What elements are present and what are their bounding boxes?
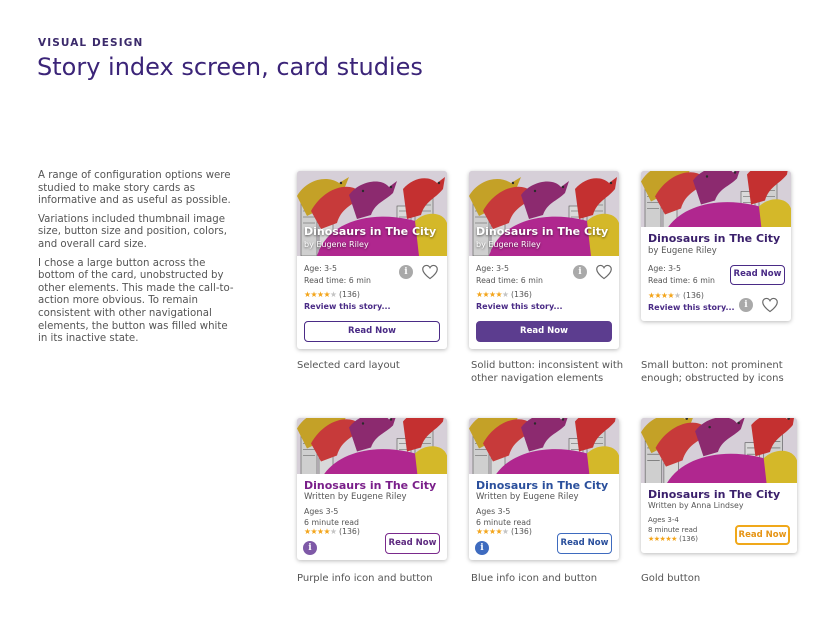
star-empty-icon: ★ xyxy=(329,527,337,536)
story-card-solid-button[interactable]: Dinosaurs in The City by Eugene Riley Ag… xyxy=(469,171,619,349)
story-thumbnail xyxy=(641,171,791,227)
story-read-time: Read time: 6 min xyxy=(476,276,543,285)
card-caption: Small button: not prominent enough; obst… xyxy=(641,360,784,384)
rating-count: (136) xyxy=(510,290,532,299)
story-card-gold[interactable]: Dinosaurs in The City Written by Anna Li… xyxy=(641,418,797,553)
description-block: A range of configuration options were st… xyxy=(38,170,238,352)
read-now-button[interactable]: Read Now xyxy=(385,533,440,554)
review-link[interactable]: Review this story... xyxy=(476,302,563,311)
review-link[interactable]: Review this story... xyxy=(304,302,391,311)
read-now-button[interactable]: Read Now xyxy=(735,525,790,545)
story-title: Dinosaurs in The City xyxy=(476,225,609,238)
star-empty-icon: ★ xyxy=(329,290,337,299)
story-age: Ages 3-5 xyxy=(304,507,339,516)
card-caption: Purple info icon and button xyxy=(297,573,433,584)
dinosaur-illustration-icon xyxy=(641,171,791,227)
card-caption: Gold button xyxy=(641,573,701,584)
story-title: Dinosaurs in The City xyxy=(304,225,437,238)
heart-icon[interactable] xyxy=(421,264,439,280)
story-card-purple[interactable]: Dinosaurs in The City Written by Eugene … xyxy=(297,418,447,560)
section-eyebrow: VISUAL DESIGN xyxy=(38,37,144,49)
story-author: by Eugene Riley xyxy=(476,240,541,249)
card-caption: Solid button: inconsistent with other na… xyxy=(471,360,624,384)
story-rating: ★★★★★ (136) xyxy=(648,291,704,300)
rating-count: (136) xyxy=(338,290,360,299)
heart-icon[interactable] xyxy=(761,297,779,313)
star-empty-icon: ★ xyxy=(501,290,509,299)
star-icon: ★★★★ xyxy=(476,527,502,536)
story-rating: ★★★★★ (136) xyxy=(304,290,360,299)
story-age: Age: 3-5 xyxy=(476,264,509,273)
story-rating: ★★★★★ (136) xyxy=(476,527,532,536)
story-title: Dinosaurs in The City xyxy=(648,488,781,501)
story-author: Written by Eugene Riley xyxy=(476,492,579,502)
star-empty-icon: ★ xyxy=(673,291,681,300)
story-age: Age: 3-5 xyxy=(648,264,681,273)
rating-count: (136) xyxy=(510,527,532,536)
rating-count: (136) xyxy=(679,535,698,543)
story-read-time: 8 minute read xyxy=(648,526,698,534)
read-now-button[interactable]: Read Now xyxy=(476,321,612,342)
review-link[interactable]: Review this story... xyxy=(648,303,735,312)
card-caption: Blue info icon and button xyxy=(471,573,598,584)
read-now-button[interactable]: Read Now xyxy=(730,265,785,285)
story-read-time: Read time: 6 min xyxy=(648,276,715,285)
read-now-button[interactable]: Read Now xyxy=(304,321,440,342)
description-paragraph: A range of configuration options were st… xyxy=(38,170,231,207)
story-card-blue[interactable]: Dinosaurs in The City Written by Eugene … xyxy=(469,418,619,560)
info-icon[interactable]: i xyxy=(399,265,413,279)
info-icon[interactable]: i xyxy=(739,298,753,312)
info-icon[interactable]: i xyxy=(573,265,587,279)
story-rating: ★★★★★ (136) xyxy=(476,290,532,299)
story-title: Dinosaurs in The City xyxy=(476,479,609,492)
story-read-time: 6 minute read xyxy=(476,518,531,527)
story-thumbnail xyxy=(641,418,797,483)
page-title: Story index screen, card studies xyxy=(37,53,423,81)
dinosaur-illustration-icon xyxy=(297,418,447,474)
story-title: Dinosaurs in The City xyxy=(304,479,437,492)
story-age: Ages 3-4 xyxy=(648,516,679,524)
star-empty-icon: ★ xyxy=(501,527,509,536)
story-card-small-button[interactable]: Dinosaurs in The City by Eugene Riley Ag… xyxy=(641,171,791,321)
description-paragraph: I chose a large button across the bottom… xyxy=(38,257,234,345)
star-icon: ★★★★★ xyxy=(648,535,677,543)
story-read-time: 6 minute read xyxy=(304,518,359,527)
story-age: Age: 3-5 xyxy=(304,264,337,273)
card-caption: Selected card layout xyxy=(297,360,400,371)
story-age: Ages 3-5 xyxy=(476,507,511,516)
story-title: Dinosaurs in The City xyxy=(648,232,781,245)
info-icon[interactable]: i xyxy=(475,541,489,555)
story-rating: ★★★★★ (136) xyxy=(648,535,698,543)
story-thumbnail xyxy=(297,418,447,474)
dinosaur-illustration-icon xyxy=(641,418,797,483)
star-icon: ★★★★ xyxy=(648,291,674,300)
story-author: Written by Anna Lindsey xyxy=(648,501,744,510)
story-rating: ★★★★★ (136) xyxy=(304,527,360,536)
star-icon: ★★★★ xyxy=(476,290,502,299)
story-author: Written by Eugene Riley xyxy=(304,492,407,502)
rating-count: (136) xyxy=(338,527,360,536)
rating-count: (136) xyxy=(682,291,704,300)
story-card-selected[interactable]: Dinosaurs in The City by Eugene Riley Ag… xyxy=(297,171,447,349)
story-thumbnail xyxy=(469,418,619,474)
heart-icon[interactable] xyxy=(595,264,613,280)
story-read-time: Read time: 6 min xyxy=(304,276,371,285)
story-author: by Eugene Riley xyxy=(304,240,369,249)
description-paragraph: Variations included thumbnail image size… xyxy=(38,213,227,250)
read-now-button[interactable]: Read Now xyxy=(557,533,612,554)
info-icon[interactable]: i xyxy=(303,541,317,555)
story-author: by Eugene Riley xyxy=(648,246,717,256)
dinosaur-illustration-icon xyxy=(469,418,619,474)
star-icon: ★★★★ xyxy=(304,527,330,536)
star-icon: ★★★★ xyxy=(304,290,330,299)
